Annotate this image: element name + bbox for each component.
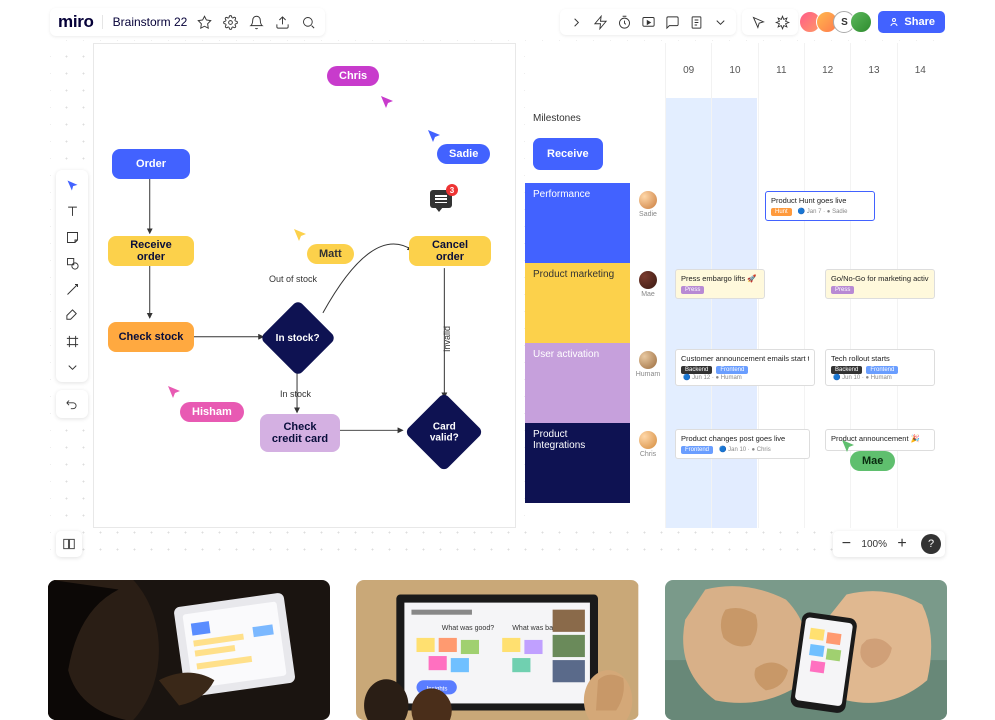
comment-mode-icon[interactable] <box>662 13 682 31</box>
gallery-item[interactable]: What was good? What was bad? Insights <box>356 580 638 720</box>
top-bar: miro Brainstorm 22 S Sha <box>50 6 945 38</box>
milestones-label: Milestones <box>533 113 581 124</box>
zoom-out-button[interactable]: − <box>837 535 855 553</box>
timeline-row-avatar: Mae <box>632 271 664 298</box>
svg-text:What was good?: What was good? <box>442 625 495 632</box>
comment-count-badge: 3 <box>446 184 458 196</box>
undo-button[interactable] <box>56 390 88 418</box>
timeline-card[interactable]: Tech rollout starts Backend Frontend 🔵 J… <box>825 349 935 386</box>
timeline-col: 09 <box>665 43 711 98</box>
export-icon[interactable] <box>273 13 291 31</box>
text-tool[interactable] <box>60 202 84 220</box>
timeline-card[interactable]: Customer announcement emails start to go… <box>675 349 815 386</box>
star-icon[interactable] <box>195 13 213 31</box>
top-bar-right: S Share <box>560 9 945 35</box>
milestone-receive[interactable]: Receive <box>533 138 603 170</box>
board-name[interactable]: Brainstorm 22 <box>102 15 188 29</box>
timeline-card[interactable]: Product changes post goes live Frontend … <box>675 429 810 459</box>
share-label: Share <box>904 16 935 28</box>
timeline-row-avatar: Humam <box>632 351 664 378</box>
connector-tool[interactable] <box>60 280 84 298</box>
share-button[interactable]: Share <box>878 11 945 33</box>
chevron-right-icon[interactable] <box>566 13 586 31</box>
present-icon[interactable] <box>638 13 658 31</box>
collaborator-avatars[interactable]: S <box>804 11 872 33</box>
cursor-icon[interactable] <box>748 13 768 31</box>
flow-node-order[interactable]: Order <box>112 149 190 179</box>
timer-icon[interactable] <box>614 13 634 31</box>
edge-label-in-stock: In stock <box>280 389 311 399</box>
flow-node-cancel-order[interactable]: Cancel order <box>409 236 491 266</box>
gallery-item[interactable] <box>665 580 947 720</box>
flow-node-card-valid[interactable]: Card valid? <box>404 392 483 471</box>
frame-tool[interactable] <box>60 332 84 350</box>
timeline-row-label: Product marketing <box>525 263 630 286</box>
timeline-row-avatar: Sadie <box>632 191 664 218</box>
notes-icon[interactable] <box>686 13 706 31</box>
timeline-card[interactable]: Product Hunt goes live Hunt 🔵 Jan 7 · ● … <box>765 191 875 221</box>
cursor-hisham: Hisham <box>180 402 244 422</box>
left-toolbar <box>56 170 88 382</box>
cursor-chris: Chris <box>327 66 379 86</box>
zoom-controls: − 100% + ? <box>833 531 945 557</box>
timeline-col: 13 <box>850 43 896 98</box>
cursor-matt: Matt <box>307 244 354 264</box>
flow-node-check-cc[interactable]: Check credit card <box>260 414 340 452</box>
timeline-row-label: User activation <box>525 343 630 366</box>
more-apps-icon[interactable] <box>710 13 730 31</box>
top-bar-left: miro Brainstorm 22 <box>50 8 325 36</box>
shape-tool[interactable] <box>60 254 84 272</box>
search-icon[interactable] <box>299 13 317 31</box>
top-apps-cluster <box>560 9 736 35</box>
timeline-card[interactable]: Press embargo lifts 🚀 Press <box>675 269 765 299</box>
timeline-col: 11 <box>758 43 804 98</box>
timeline-frame[interactable]: 09 10 11 12 13 14 Milestones Receive Per… <box>525 43 943 528</box>
settings-icon[interactable] <box>221 13 239 31</box>
cursor-sadie: Sadie <box>437 144 490 164</box>
edge-label-invalid: Invalid <box>442 326 452 352</box>
edge-label-out-of-stock: Out of stock <box>269 274 317 284</box>
timeline-row-avatar: Chris <box>632 431 664 458</box>
timeline-col: 10 <box>711 43 757 98</box>
zoom-in-button[interactable]: + <box>893 535 911 553</box>
flow-node-receive-order[interactable]: Receive order <box>108 236 194 266</box>
zoom-level[interactable]: 100% <box>861 539 887 550</box>
reactions-icon[interactable] <box>772 13 792 31</box>
frames-button[interactable] <box>56 531 82 557</box>
flow-node-check-stock[interactable]: Check stock <box>108 322 194 352</box>
avatar[interactable] <box>850 11 872 33</box>
cursor-mae: Mae <box>850 451 895 471</box>
help-button[interactable]: ? <box>921 534 941 554</box>
timeline-col: 12 <box>804 43 850 98</box>
comment-icon[interactable]: 3 <box>430 190 452 208</box>
sticky-note-tool[interactable] <box>60 228 84 246</box>
lightning-icon[interactable] <box>590 13 610 31</box>
logo: miro <box>58 12 94 32</box>
gallery-item[interactable] <box>48 580 330 720</box>
timeline-grid <box>665 98 943 528</box>
timeline-header: 09 10 11 12 13 14 <box>665 43 943 98</box>
select-tool[interactable] <box>60 176 84 194</box>
flow-node-in-stock[interactable]: In stock? <box>260 300 336 376</box>
pen-tool[interactable] <box>60 306 84 324</box>
bell-icon[interactable] <box>247 13 265 31</box>
timeline-col: 14 <box>897 43 943 98</box>
timeline-card[interactable]: Go/No-Go for marketing activities Press <box>825 269 935 299</box>
timeline-row-label: Product Integrations <box>525 423 630 457</box>
timeline-row-label: Performance <box>525 183 630 206</box>
gallery: What was good? What was bad? Insights <box>48 580 947 720</box>
more-tools[interactable] <box>60 358 84 376</box>
cursor-cluster <box>742 9 798 35</box>
flowchart-frame[interactable]: Order Receive order Check stock In stock… <box>93 43 516 528</box>
